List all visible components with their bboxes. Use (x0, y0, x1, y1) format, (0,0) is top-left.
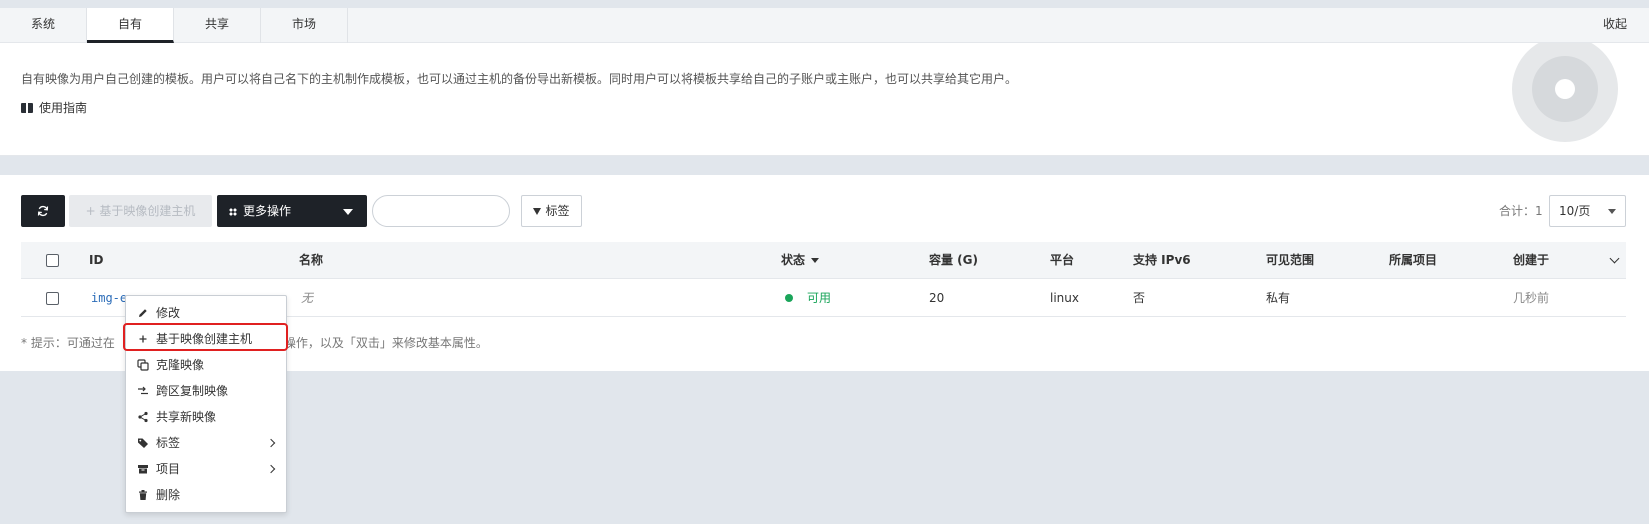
status-dot-icon (785, 294, 793, 302)
pencil-icon (139, 309, 147, 317)
image-visibility: 私有 (1266, 291, 1291, 305)
transfer-icon (138, 386, 148, 395)
caret-down-icon (343, 209, 353, 215)
image-platform: linux (1050, 291, 1079, 305)
context-menu-item-share[interactable]: 共享新映像 (126, 404, 286, 430)
header-project[interactable]: 所属项目 (1389, 242, 1437, 279)
image-created: 几秒前 (1513, 291, 1550, 305)
total-count: 合计：1 (1499, 204, 1543, 218)
tab-system[interactable]: 系统 (0, 8, 87, 43)
header-created[interactable]: 创建于 (1513, 242, 1549, 279)
more-actions-dropdown[interactable]: 更多操作 (217, 195, 367, 227)
create-instance-from-image-button[interactable]: + 基于映像创建主机 (69, 195, 212, 227)
tab-own[interactable]: 自有 (87, 8, 174, 43)
caret-down-icon (1608, 209, 1616, 214)
intro-card: 自有映像为用户自己创建的模板。用户可以将自己名下的主机制作成模板，也可以通过主机… (0, 43, 1649, 156)
chevron-right-icon (266, 464, 276, 474)
column-settings-chevron-icon[interactable] (1609, 253, 1620, 264)
table-header: ID 名称 状态 容量 (G) 平台 支持 IPv6 可见范围 所属项目 创建于 (21, 242, 1626, 279)
page-size-value: 10/页 (1559, 204, 1591, 218)
tab-shared[interactable]: 共享 (174, 8, 261, 43)
header-ipv6[interactable]: 支持 IPv6 (1133, 242, 1191, 279)
context-menu-item-edit[interactable]: 修改 (126, 300, 286, 326)
sort-caret-icon[interactable] (811, 258, 820, 263)
context-menu-item-cross-region-copy[interactable]: 跨区复制映像 (126, 378, 286, 404)
user-guide-link[interactable]: 使用指南 (21, 99, 87, 116)
context-menu-item-clone[interactable]: 克隆映像 (126, 352, 286, 378)
header-capacity[interactable]: 容量 (G) (929, 242, 978, 279)
collapse-button[interactable]: 收起 (1603, 8, 1627, 41)
header-platform[interactable]: 平台 (1050, 242, 1074, 279)
row-checkbox[interactable] (46, 292, 59, 305)
image-capacity: 20 (929, 291, 945, 305)
image-ipv6: 否 (1133, 291, 1146, 305)
plus-icon (139, 335, 147, 343)
header-name[interactable]: 名称 (299, 242, 323, 279)
tag-filter-button[interactable]: 标签 (521, 195, 582, 227)
user-guide-label: 使用指南 (39, 101, 88, 115)
share-icon (138, 411, 148, 423)
context-menu-item-tags[interactable]: 标签 (126, 430, 286, 456)
context-menu-item-project[interactable]: 项目 (126, 456, 286, 482)
search-input[interactable] (372, 195, 510, 227)
header-id[interactable]: ID (89, 242, 103, 279)
refresh-button[interactable] (21, 195, 65, 227)
image-name: 无 (301, 291, 314, 305)
intro-description: 自有映像为用户自己创建的模板。用户可以将自己名下的主机制作成模板，也可以通过主机… (21, 72, 1018, 86)
book-icon (21, 102, 33, 113)
archive-icon (138, 465, 148, 474)
page-size-select[interactable]: 10/页 (1549, 195, 1626, 227)
chevron-right-icon (266, 438, 276, 448)
tab-bar: 系统 自有 共享 市场 收起 (0, 8, 1649, 43)
clone-icon (137, 359, 149, 371)
more-actions-label: 更多操作 (243, 204, 292, 218)
header-status[interactable]: 状态 (781, 242, 820, 279)
select-all-checkbox[interactable] (46, 254, 59, 267)
image-status: 可用 (785, 280, 831, 317)
tag-icon (138, 438, 148, 448)
filter-icon (533, 208, 542, 215)
disc-illustration-icon (1512, 43, 1618, 142)
grid-icon (229, 208, 237, 216)
trash-icon (139, 490, 147, 500)
refresh-icon (37, 205, 49, 217)
tag-filter-label: 标签 (545, 204, 570, 218)
context-menu-item-delete[interactable]: 删除 (126, 482, 286, 508)
context-menu: 修改 基于映像创建主机 克隆映像 跨区复制映像 共享新映像 标签 项目 删除 (125, 295, 287, 513)
image-id-link[interactable]: img-e (91, 280, 127, 317)
header-visibility[interactable]: 可见范围 (1266, 242, 1314, 279)
context-menu-item-create-instance[interactable]: 基于映像创建主机 (126, 326, 286, 352)
tab-market[interactable]: 市场 (261, 8, 348, 43)
